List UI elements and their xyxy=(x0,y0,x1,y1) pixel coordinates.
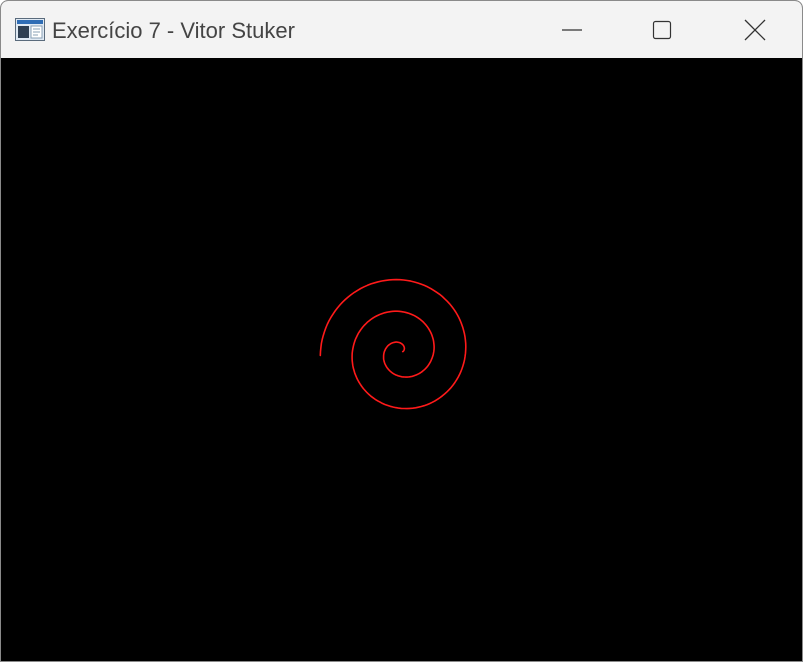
drawing-canvas[interactable] xyxy=(1,58,802,661)
close-icon xyxy=(744,19,766,41)
maximize-button[interactable] xyxy=(616,1,708,58)
minimize-button[interactable] xyxy=(526,1,618,58)
red-spiral-curve xyxy=(319,278,467,410)
close-button[interactable] xyxy=(709,1,801,58)
maximize-icon xyxy=(651,19,673,41)
minimize-icon xyxy=(561,19,583,41)
title-bar[interactable]: Exercício 7 - Vitor Stuker xyxy=(1,1,802,58)
app-window: Exercício 7 - Vitor Stuker xyxy=(0,0,803,662)
spiral-drawing xyxy=(319,278,467,410)
application-window-icon xyxy=(15,18,45,41)
window-title: Exercício 7 - Vitor Stuker xyxy=(52,18,295,43)
